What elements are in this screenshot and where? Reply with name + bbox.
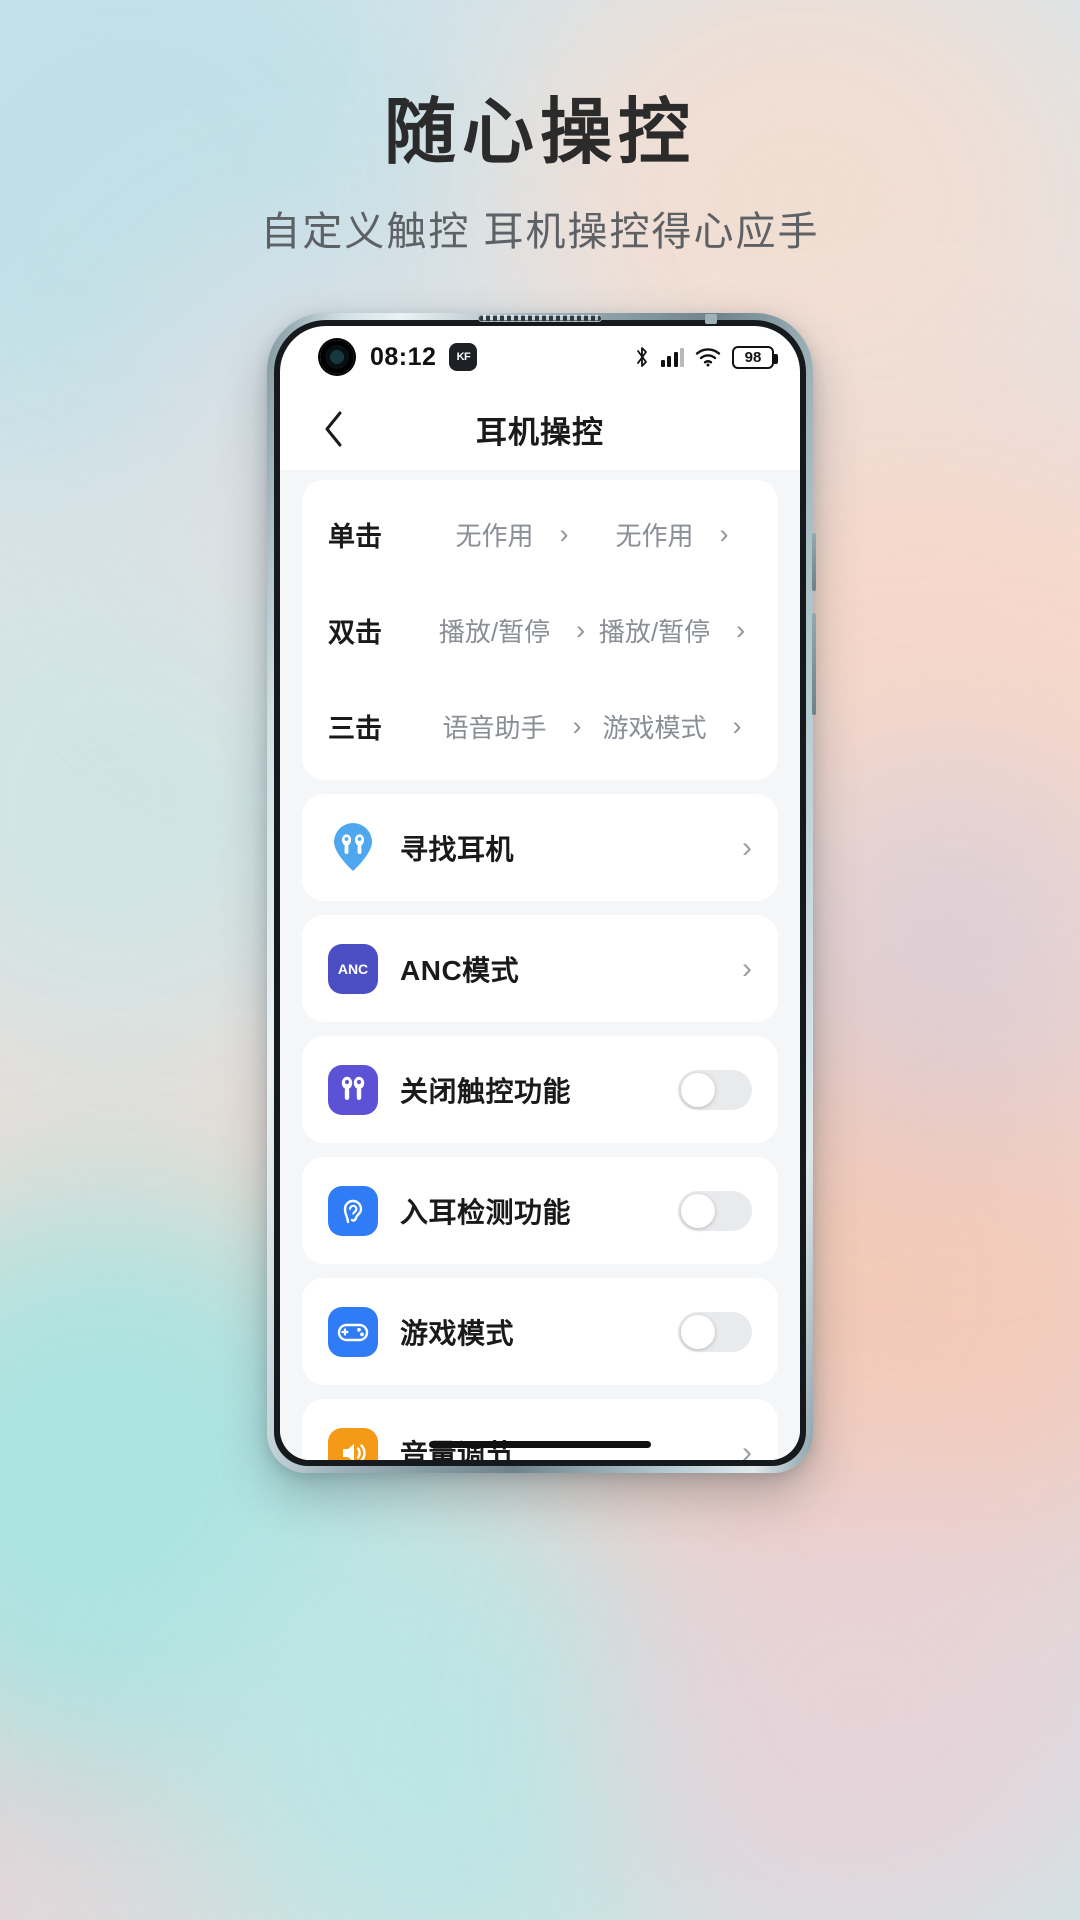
game-mode-toggle[interactable] <box>678 1311 752 1352</box>
chevron-left-icon <box>325 411 342 447</box>
anc-icon: ANC <box>328 943 378 994</box>
page-title: 随心操控 <box>383 93 696 173</box>
gesture-settings-card: 单击 无作用 › 无作用 › 双击 播放/暂停 › 播放/暂停 › 三击 语音助… <box>302 480 778 780</box>
back-button[interactable] <box>312 407 356 451</box>
notification-app-icon: KF <box>449 343 478 371</box>
chevron-right-icon: › <box>572 710 582 741</box>
chevron-right-icon: › <box>736 614 746 645</box>
earpiece-speaker <box>478 315 602 322</box>
gesture-label: 双击 <box>328 617 382 648</box>
chevron-right-icon: › <box>742 830 752 864</box>
navbar-title: 耳机操控 <box>476 414 604 450</box>
status-icons: 98 <box>634 345 778 369</box>
chevron-right-icon: › <box>719 518 729 549</box>
list-item[interactable]: 寻找耳机 › <box>302 794 778 901</box>
list-item[interactable]: 游戏模式 <box>302 1278 778 1385</box>
chevron-right-icon: › <box>559 518 569 549</box>
table-row[interactable]: 单击 无作用 › 无作用 › <box>302 486 778 582</box>
list-item[interactable]: 入耳检测功能 <box>302 1157 778 1264</box>
gesture-value: 播放/暂停 <box>598 616 711 647</box>
chevron-right-icon: › <box>732 710 742 741</box>
settings-row-anc-mode[interactable]: ANC ANC模式 › <box>302 915 778 1022</box>
gesture-value: 游戏模式 <box>602 712 707 743</box>
settings-content[interactable]: 单击 无作用 › 无作用 › 双击 播放/暂停 › 播放/暂停 › 三击 语音助… <box>280 470 800 1460</box>
list-item-control[interactable]: › <box>742 830 752 864</box>
list-item-control[interactable] <box>678 1190 752 1231</box>
list-item-label: 入耳检测功能 <box>400 1196 572 1228</box>
phone-frame: 08:12 KF 98 耳机操控 单击 无作用 › 无作用 › 双击 播放/暂停… <box>267 313 816 1473</box>
gesture-value: 播放/暂停 <box>438 616 551 647</box>
volume-up-button[interactable] <box>812 533 816 591</box>
list-item-label: 关闭触控功能 <box>400 1075 572 1107</box>
list-item-control[interactable]: › <box>742 951 752 985</box>
status-bar: 08:12 KF 98 <box>280 326 800 388</box>
gesture-label: 三击 <box>328 713 382 744</box>
list-item-control[interactable]: › <box>742 1435 752 1460</box>
toggle-knob <box>681 1072 715 1107</box>
phone-bezel: 08:12 KF 98 耳机操控 单击 无作用 › 无作用 › 双击 播放/暂停… <box>274 320 806 1466</box>
volume-down-button[interactable] <box>812 613 816 715</box>
gesture-right-earbud-cell[interactable]: 播放/暂停 › <box>592 612 752 649</box>
settings-row-game-mode[interactable]: 游戏模式 <box>302 1278 778 1385</box>
gesture-value: 无作用 <box>615 520 694 551</box>
ear-detect-icon <box>328 1185 378 1236</box>
gesture-right-earbud-cell[interactable]: 游戏模式 › <box>592 708 752 745</box>
gesture-label: 单击 <box>328 521 382 552</box>
home-indicator[interactable] <box>429 1441 651 1448</box>
settings-row-volume[interactable]: 音量调节 › <box>302 1399 778 1460</box>
front-camera-punchhole <box>320 340 354 374</box>
list-item-label: 游戏模式 <box>400 1317 515 1349</box>
gamepad-icon <box>328 1306 378 1357</box>
toggle-knob <box>681 1314 715 1349</box>
phone-mockup: 08:12 KF 98 耳机操控 单击 无作用 › 无作用 › 双击 播放/暂停… <box>267 313 816 1473</box>
microphone-dot <box>705 314 717 324</box>
settings-row-in-ear-detection[interactable]: 入耳检测功能 <box>302 1157 778 1264</box>
app-navbar: 耳机操控 <box>280 388 800 470</box>
table-row[interactable]: 双击 播放/暂停 › 播放/暂停 › <box>302 582 778 678</box>
chevron-right-icon: › <box>742 951 752 985</box>
cellular-signal-icon <box>660 347 684 367</box>
list-item[interactable]: ANC ANC模式 › <box>302 915 778 1022</box>
bluetooth-icon <box>636 347 647 367</box>
anc-icon-text: ANC <box>337 960 369 977</box>
gesture-value: 无作用 <box>455 520 534 551</box>
earbuds-locator-icon <box>328 822 378 873</box>
phone-screen: 08:12 KF 98 耳机操控 单击 无作用 › 无作用 › 双击 播放/暂停… <box>280 326 800 1460</box>
list-item-control[interactable] <box>678 1311 752 1352</box>
table-row[interactable]: 三击 语音助手 › 游戏模式 › <box>302 678 778 774</box>
wifi-icon <box>695 348 721 367</box>
chevron-right-icon: › <box>576 614 586 645</box>
gesture-value: 语音助手 <box>442 712 547 743</box>
page-subtitle: 自定义触控 耳机操控得心应手 <box>260 209 820 254</box>
disable-touch-toggle[interactable] <box>678 1069 752 1110</box>
settings-row-find-earbuds[interactable]: 寻找耳机 › <box>302 794 778 901</box>
list-item-label: 寻找耳机 <box>400 833 515 865</box>
toggle-knob <box>681 1193 715 1228</box>
gesture-left-earbud-cell[interactable]: 播放/暂停 › <box>432 612 592 649</box>
battery-icon: 98 <box>732 345 778 369</box>
chevron-right-icon: › <box>742 1435 752 1460</box>
gesture-left-earbud-cell[interactable]: 语音助手 › <box>432 708 592 745</box>
status-time: 08:12 <box>370 342 437 371</box>
in-ear-detection-toggle[interactable] <box>678 1190 752 1231</box>
earbuds-icon <box>328 1064 378 1115</box>
volume-icon <box>328 1427 378 1460</box>
gesture-left-earbud-cell[interactable]: 无作用 › <box>432 516 592 553</box>
list-item[interactable]: 关闭触控功能 <box>302 1036 778 1143</box>
gesture-right-earbud-cell[interactable]: 无作用 › <box>592 516 752 553</box>
settings-row-disable-touch[interactable]: 关闭触控功能 <box>302 1036 778 1143</box>
list-item-control[interactable] <box>678 1069 752 1110</box>
list-item-label: ANC模式 <box>400 954 520 986</box>
list-item[interactable]: 音量调节 › <box>302 1399 778 1460</box>
promo-headline: 随心操控 自定义触控 耳机操控得心应手 <box>0 92 1080 257</box>
